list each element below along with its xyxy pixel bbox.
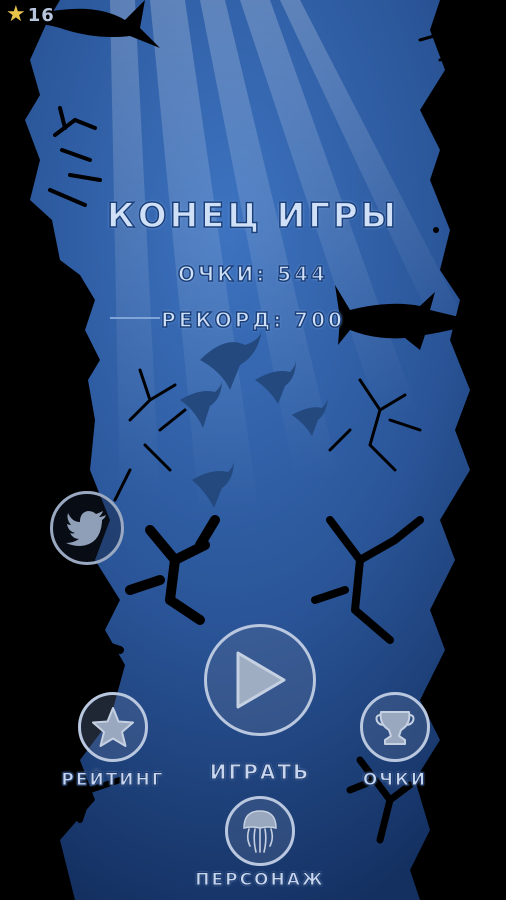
- twitter-bird-icon: [66, 511, 106, 546]
- character-button[interactable]: [225, 796, 295, 866]
- game-screen: ★ 16 КОНЕЦ ИГРЫ ОЧКИ: 544 РЕКОРД: 700 ИГ…: [0, 0, 506, 900]
- play-button[interactable]: [204, 624, 316, 736]
- play-triangle-icon: [236, 651, 286, 709]
- scores-label[interactable]: ОЧКИ: [330, 770, 460, 791]
- stars-count: 16: [27, 4, 55, 26]
- rating-button[interactable]: [78, 692, 148, 762]
- trophy-icon: [375, 711, 415, 745]
- character-label[interactable]: ПЕРСОНАЖ: [160, 870, 360, 891]
- game-over-title: КОНЕЦ ИГРЫ: [106, 195, 400, 237]
- twitter-share-button[interactable]: [50, 491, 124, 565]
- hud-stars: ★ 16: [6, 4, 55, 26]
- jellyfish-icon: [243, 810, 277, 853]
- record-text: РЕКОРД: 700: [160, 307, 345, 333]
- star-icon: [92, 707, 134, 747]
- score-text: ОЧКИ: 544: [177, 261, 328, 287]
- star-icon: ★: [6, 2, 26, 27]
- scores-button[interactable]: [360, 692, 430, 762]
- rating-label[interactable]: РЕЙТИНГ: [38, 770, 188, 791]
